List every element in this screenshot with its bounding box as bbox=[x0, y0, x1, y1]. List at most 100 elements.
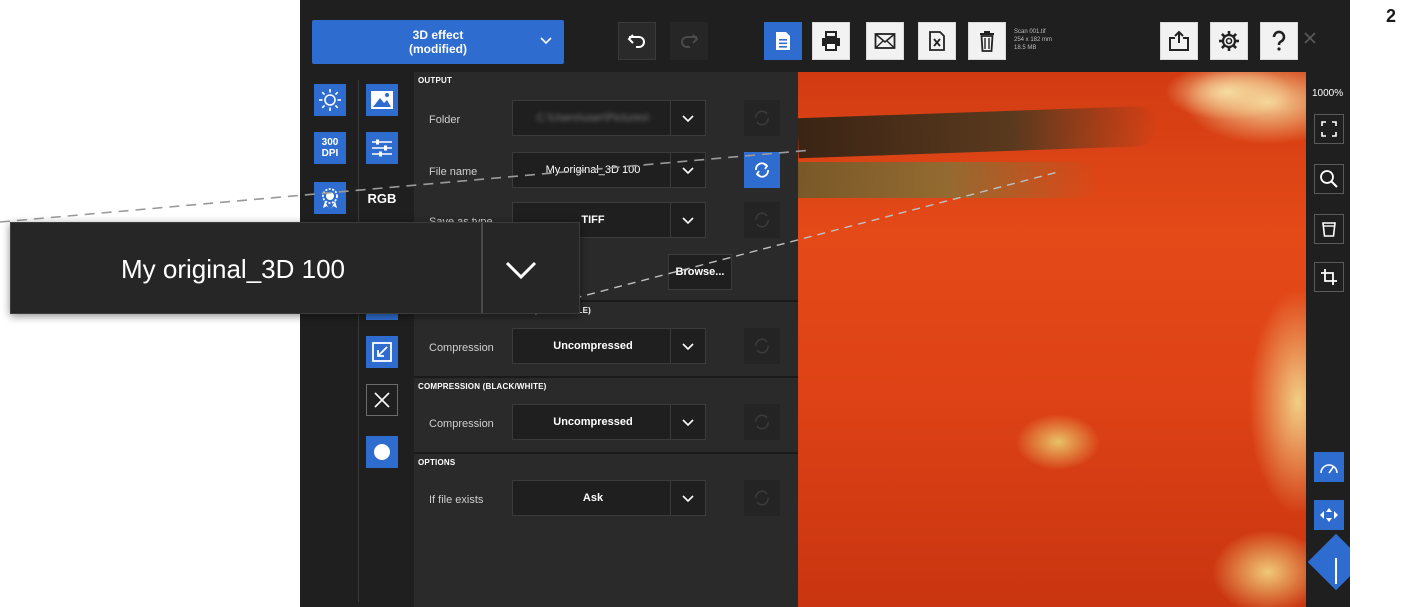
section-title-compression-bw: COMPRESSION (BLACK/WHITE) bbox=[418, 382, 547, 391]
sphere-icon bbox=[374, 444, 390, 460]
if-exists-chevron[interactable] bbox=[670, 481, 705, 515]
browse-button[interactable]: Browse... bbox=[668, 254, 732, 290]
print-button[interactable] bbox=[812, 22, 850, 60]
filename-value: My original_3D 100 bbox=[545, 164, 641, 176]
chevron-down-icon bbox=[505, 261, 537, 280]
rgb-label: RGB bbox=[367, 190, 397, 206]
printer-icon bbox=[822, 31, 840, 51]
sliders-icon bbox=[372, 139, 392, 157]
if-exists-label: If file exists bbox=[429, 494, 484, 506]
export-icon bbox=[1169, 30, 1189, 51]
clear-preview-button[interactable] bbox=[1314, 214, 1344, 244]
image-adjust-tool[interactable] bbox=[366, 84, 398, 116]
badge-icon bbox=[322, 188, 338, 209]
filename-callout-magnified: My original_3D 100 bbox=[10, 222, 580, 314]
envelope-icon bbox=[874, 33, 896, 49]
compression-gray-value: Uncompressed bbox=[553, 340, 633, 352]
folder-reset-button[interactable] bbox=[744, 100, 780, 136]
dpi-tool[interactable]: 300 DPI bbox=[314, 132, 346, 164]
color-space-tool[interactable]: RGB bbox=[366, 182, 398, 214]
refresh-icon bbox=[755, 212, 769, 228]
if-exists-reset-button[interactable] bbox=[744, 480, 780, 516]
save-file-button[interactable] bbox=[764, 22, 802, 60]
chevron-down-icon bbox=[682, 167, 694, 175]
export-button[interactable] bbox=[1160, 22, 1198, 60]
compression-gray-chevron[interactable] bbox=[670, 329, 705, 363]
trash-icon bbox=[980, 31, 994, 52]
section-title-options: OPTIONS bbox=[418, 458, 456, 467]
move-button[interactable] bbox=[1314, 500, 1344, 530]
file-info-bytes: 18.5 MB bbox=[1014, 45, 1037, 51]
levels-tool[interactable] bbox=[366, 132, 398, 164]
top-toolbar: 3D effect (modified) Scan 001.tif 254 x … bbox=[300, 0, 1350, 72]
fit-to-screen-button[interactable] bbox=[1314, 114, 1344, 144]
scan-preview-image[interactable] bbox=[798, 72, 1306, 607]
filetype-reset-button[interactable] bbox=[744, 202, 780, 238]
filename-chevron[interactable] bbox=[670, 153, 705, 187]
if-exists-dropdown[interactable]: Ask bbox=[512, 480, 706, 516]
scan-diamond-button[interactable] bbox=[1307, 533, 1350, 591]
close-icon bbox=[1304, 32, 1316, 44]
if-exists-value: Ask bbox=[582, 492, 604, 504]
close-icon bbox=[374, 392, 390, 408]
compression-gray-label: Compression bbox=[429, 342, 494, 354]
section-separator bbox=[414, 376, 798, 378]
folder-value: C:\Users\user\Pictures\ bbox=[536, 112, 650, 124]
file-info: Scan 001.tif 254 x 182 mm 18.5 MB bbox=[1014, 28, 1052, 52]
compression-bw-dropdown[interactable]: Uncompressed bbox=[512, 404, 706, 440]
close-file-button[interactable] bbox=[918, 22, 956, 60]
scale-tool[interactable] bbox=[366, 336, 398, 368]
paint-texture bbox=[798, 162, 1098, 198]
preset-label: 3D effect (modified) bbox=[409, 28, 467, 56]
undo-button[interactable] bbox=[618, 22, 656, 60]
expand-icon bbox=[1321, 121, 1337, 137]
settings-button[interactable] bbox=[1210, 22, 1248, 60]
help-button[interactable] bbox=[1260, 22, 1298, 60]
filename-dropdown[interactable]: My original_3D 100 bbox=[512, 152, 706, 188]
speed-button[interactable] bbox=[1314, 452, 1344, 482]
compression-gray-dropdown[interactable]: Uncompressed bbox=[512, 328, 706, 364]
chevron-down-icon bbox=[682, 495, 694, 503]
compression-bw-chevron[interactable] bbox=[670, 405, 705, 439]
file-close-icon bbox=[929, 31, 945, 51]
preset-dropdown[interactable]: 3D effect (modified) bbox=[312, 20, 564, 64]
clear-tool[interactable] bbox=[366, 384, 398, 416]
brightness-tool[interactable] bbox=[314, 84, 346, 116]
crop-icon bbox=[1321, 269, 1337, 285]
zoom-100-button[interactable] bbox=[1314, 164, 1344, 194]
filetype-chevron[interactable] bbox=[670, 203, 705, 237]
refresh-icon bbox=[755, 338, 769, 354]
folder-label: Folder bbox=[429, 114, 461, 126]
close-window-button[interactable] bbox=[1300, 28, 1320, 48]
section-separator bbox=[414, 452, 798, 454]
compression-bw-reset-button[interactable] bbox=[744, 404, 780, 440]
arrows-icon bbox=[1320, 508, 1338, 522]
chevron-down-icon bbox=[682, 343, 694, 351]
magnifier-icon bbox=[1320, 170, 1338, 188]
paint-texture bbox=[798, 105, 1159, 159]
compression-gray-reset-button[interactable] bbox=[744, 328, 780, 364]
redo-icon bbox=[681, 34, 699, 48]
figure-number: 2 bbox=[1386, 6, 1397, 26]
folder-dropdown[interactable]: C:\Users\user\Pictures\ bbox=[512, 100, 706, 136]
email-button[interactable] bbox=[866, 22, 904, 60]
chevron-down-icon bbox=[682, 419, 694, 427]
refresh-icon bbox=[755, 110, 769, 126]
delete-button[interactable] bbox=[968, 22, 1006, 60]
redo-button[interactable] bbox=[670, 22, 708, 60]
crop-button[interactable] bbox=[1314, 262, 1344, 292]
folder-chevron[interactable] bbox=[670, 101, 705, 135]
question-icon bbox=[1272, 30, 1286, 51]
output-settings-panel: OUTPUT Folder C:\Users\user\Pictures\ Fi… bbox=[414, 72, 798, 607]
3d-effect-tool[interactable] bbox=[366, 436, 398, 468]
chevron-down-icon bbox=[682, 217, 694, 225]
file-info-name: Scan 001.tif bbox=[1014, 29, 1046, 35]
bucket-icon bbox=[1322, 222, 1336, 237]
callout-divider bbox=[481, 223, 483, 313]
resize-icon bbox=[372, 342, 392, 362]
filename-reset-button[interactable] bbox=[744, 152, 780, 188]
refresh-icon bbox=[755, 414, 769, 430]
chevron-down-icon bbox=[540, 37, 552, 45]
restoration-tool[interactable] bbox=[314, 182, 346, 214]
image-icon bbox=[371, 91, 393, 109]
